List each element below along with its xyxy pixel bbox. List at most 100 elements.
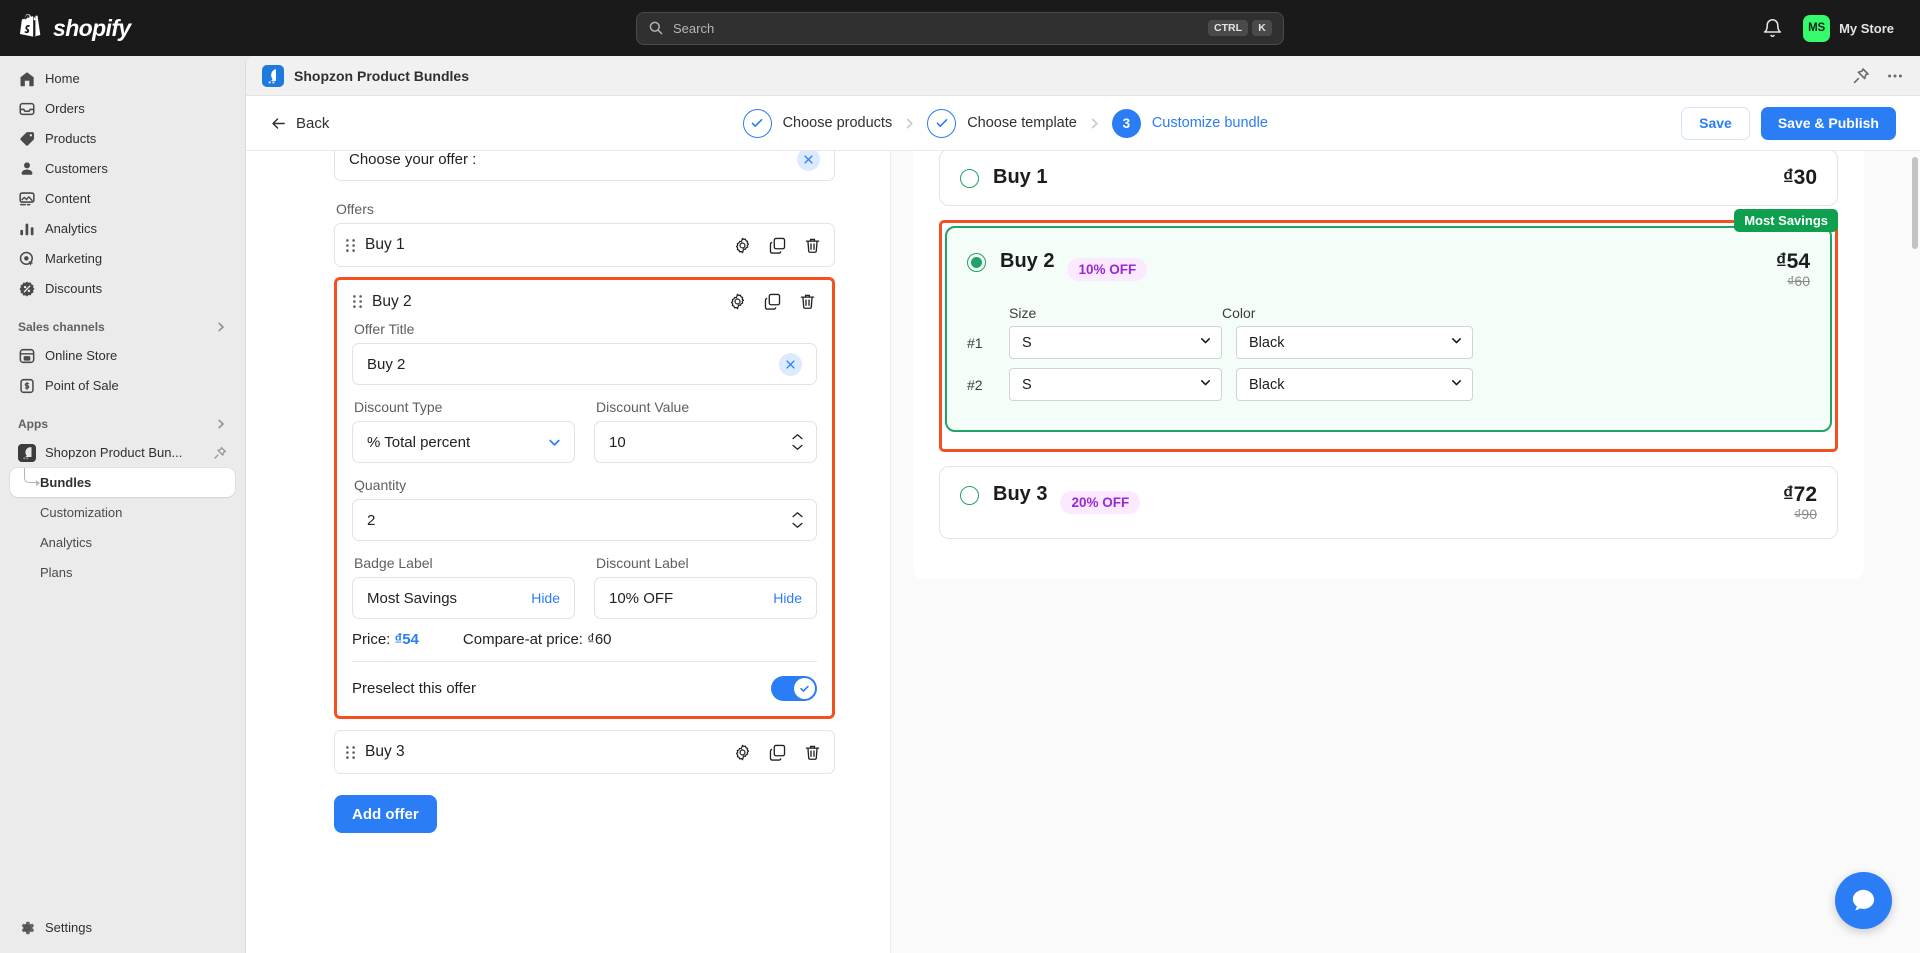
sidebar-item-home[interactable]: Home bbox=[10, 64, 235, 93]
discount-label-input[interactable]: 10% OFF Hide bbox=[594, 577, 817, 619]
radio-unselected-icon[interactable] bbox=[960, 169, 979, 188]
global-search[interactable]: Search CTRL K bbox=[636, 11, 1284, 45]
delete-icon[interactable] bbox=[803, 743, 822, 762]
variant-size-select-1[interactable]: S bbox=[1009, 326, 1222, 360]
sidebar-item-customization[interactable]: Customization bbox=[10, 498, 235, 527]
notifications-bell-icon[interactable] bbox=[1762, 18, 1783, 39]
preview-offer-buy-3[interactable]: Buy 3 20% OFF ₫72 ₫90 bbox=[939, 466, 1838, 540]
variant-size-select-2[interactable]: S bbox=[1009, 368, 1222, 402]
radio-selected-icon[interactable] bbox=[967, 253, 986, 273]
gear-icon[interactable] bbox=[733, 743, 752, 762]
shopify-logo[interactable]: shopify bbox=[18, 13, 243, 42]
discount-value-stepper[interactable] bbox=[791, 433, 804, 451]
offer-title-field-group: Offer Title Buy 2 bbox=[352, 321, 817, 385]
sidebar-item-customers[interactable]: Customers bbox=[10, 154, 235, 183]
preview-offer-buy-2[interactable]: Buy 2 10% OFF ₫54 ₫60 Size Color #1 S Bl… bbox=[945, 226, 1832, 433]
sidebar-item-analytics[interactable]: Analytics bbox=[10, 214, 235, 243]
store-account-chip[interactable]: MS My Store bbox=[1799, 11, 1902, 46]
badge-label-field-group: Badge Label Most Savings Hide bbox=[352, 555, 575, 619]
online-store-icon bbox=[18, 347, 36, 365]
variant-row-1: #1 S Black bbox=[967, 326, 1810, 360]
sidebar-item-bundles[interactable]: Bundles bbox=[10, 468, 235, 497]
preselect-label: Preselect this offer bbox=[352, 680, 476, 697]
duplicate-icon[interactable] bbox=[768, 743, 787, 762]
wizard-step-choose-template[interactable]: Choose template bbox=[927, 108, 1077, 138]
hide-discount-label-link[interactable]: Hide bbox=[773, 590, 802, 606]
quantity-stepper-buttons[interactable] bbox=[791, 511, 804, 529]
wizard-step-choose-products[interactable]: Choose products bbox=[742, 108, 892, 138]
sidebar-item-online-store[interactable]: Online Store bbox=[10, 341, 235, 370]
offer-row-title: Buy 1 bbox=[365, 236, 405, 253]
offer-row-buy-3[interactable]: Buy 3 bbox=[334, 730, 835, 774]
arrow-left-icon bbox=[270, 115, 287, 132]
variant-color-value: Black bbox=[1249, 376, 1285, 393]
discount-value-input[interactable]: 10 bbox=[594, 421, 817, 463]
drag-handle-icon[interactable] bbox=[352, 294, 363, 309]
sidebar-item-label: Point of Sale bbox=[45, 378, 119, 393]
hide-badge-label-link[interactable]: Hide bbox=[531, 590, 560, 606]
quantity-stepper[interactable]: 2 bbox=[352, 499, 817, 541]
quantity-value: 2 bbox=[367, 511, 376, 529]
gear-icon[interactable] bbox=[733, 236, 752, 255]
wizard-step-customize-bundle[interactable]: 3 Customize bundle bbox=[1111, 108, 1268, 138]
quantity-label: Quantity bbox=[354, 477, 407, 493]
products-tag-icon bbox=[18, 130, 36, 148]
compare-price-value: ₫60 bbox=[587, 631, 612, 648]
save-and-publish-button[interactable]: Save & Publish bbox=[1760, 106, 1896, 140]
avatar: MS bbox=[1803, 14, 1831, 42]
preselect-toggle[interactable] bbox=[771, 676, 817, 701]
radio-unselected-icon[interactable] bbox=[960, 486, 979, 506]
preview-price-group: ₫54 ₫60 bbox=[1776, 250, 1810, 289]
badge-label-input[interactable]: Most Savings Hide bbox=[352, 577, 575, 619]
discount-type-label: Discount Type bbox=[354, 399, 443, 415]
bundle-headline-field[interactable]: Choose your offer : bbox=[334, 151, 835, 181]
more-options-icon[interactable] bbox=[1886, 67, 1904, 85]
drag-handle-icon[interactable] bbox=[345, 238, 356, 253]
sidebar-section-apps[interactable]: Apps bbox=[10, 414, 235, 434]
offer-card-header[interactable]: Buy 2 bbox=[352, 292, 817, 321]
sidebar-item-products[interactable]: Products bbox=[10, 124, 235, 153]
sidebar-item-discounts[interactable]: Discounts bbox=[10, 274, 235, 303]
offer-row-buy-1[interactable]: Buy 1 bbox=[334, 223, 835, 267]
sidebar-item-settings[interactable]: Settings bbox=[10, 913, 235, 942]
clear-offer-title-icon[interactable] bbox=[779, 352, 802, 376]
drag-handle-icon[interactable] bbox=[345, 745, 356, 760]
sidebar-item-point-of-sale[interactable]: Point of Sale bbox=[10, 371, 235, 400]
variant-color-select-1[interactable]: Black bbox=[1236, 326, 1473, 360]
sidebar-section-sales-channels[interactable]: Sales channels bbox=[10, 317, 235, 337]
clear-headline-icon[interactable] bbox=[797, 151, 820, 171]
sidebar-item-label: Marketing bbox=[45, 251, 103, 266]
offer-title-input[interactable]: Buy 2 bbox=[352, 343, 817, 385]
delete-icon[interactable] bbox=[803, 236, 822, 255]
offer-card-title: Buy 2 bbox=[372, 292, 412, 310]
preview-offer-buy-1[interactable]: Buy 1 ₫30 bbox=[939, 151, 1838, 207]
save-button[interactable]: Save bbox=[1681, 106, 1750, 140]
duplicate-icon[interactable] bbox=[768, 236, 787, 255]
discount-type-select[interactable]: % Total percent bbox=[352, 421, 575, 463]
back-button[interactable]: Back bbox=[270, 115, 329, 132]
shortcut-key: K bbox=[1252, 20, 1272, 36]
sidebar-item-plans[interactable]: Plans bbox=[10, 558, 235, 587]
orders-icon bbox=[18, 100, 36, 118]
sidebar-item-app-analytics[interactable]: Analytics bbox=[10, 528, 235, 557]
pin-icon[interactable] bbox=[1852, 67, 1870, 85]
preview-offer-top: Buy 2 10% OFF ₫54 ₫60 bbox=[967, 250, 1810, 289]
sidebar-item-shopzon-app[interactable]: Shopzon Product Bun... bbox=[10, 438, 235, 467]
sidebar: Home Orders Products Customers Content A… bbox=[0, 56, 245, 953]
sidebar-item-content[interactable]: Content bbox=[10, 184, 235, 213]
preview-scrollbar[interactable] bbox=[1912, 157, 1918, 249]
offer-row-actions bbox=[733, 743, 822, 762]
most-savings-badge: Most Savings bbox=[1734, 209, 1838, 233]
add-offer-button[interactable]: Add offer bbox=[334, 795, 437, 833]
pin-icon[interactable] bbox=[213, 446, 227, 460]
chevron-down-icon bbox=[1450, 334, 1463, 351]
gear-icon[interactable] bbox=[728, 292, 747, 311]
sidebar-item-marketing[interactable]: Marketing bbox=[10, 244, 235, 273]
variant-color-select-2[interactable]: Black bbox=[1236, 368, 1473, 402]
discount-type-value: % Total percent bbox=[367, 433, 471, 451]
shopify-wordmark: shopify bbox=[53, 14, 131, 41]
duplicate-icon[interactable] bbox=[763, 292, 782, 311]
support-chat-button[interactable] bbox=[1835, 872, 1892, 929]
delete-icon[interactable] bbox=[798, 292, 817, 311]
sidebar-item-orders[interactable]: Orders bbox=[10, 94, 235, 123]
